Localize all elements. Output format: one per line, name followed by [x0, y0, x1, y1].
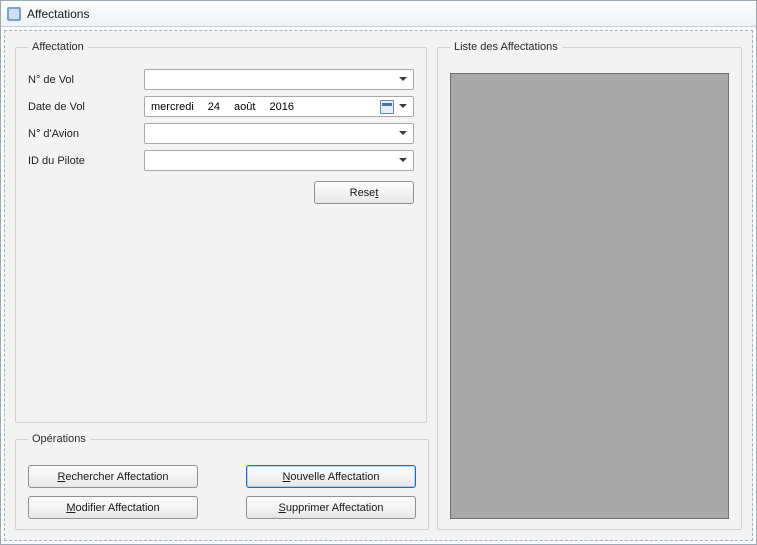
nouvelle-button[interactable]: Nouvelle Affectation	[246, 465, 416, 488]
date-weekday: mercredi	[151, 101, 194, 113]
date-year: 2016	[269, 101, 293, 113]
group-operations: Opérations Rechercher Affectation Nouvel…	[15, 433, 429, 530]
titlebar: Affectations	[1, 1, 756, 27]
affectations-list[interactable]	[450, 73, 729, 519]
window: Affectations Affectation N° de Vol Date …	[0, 0, 757, 545]
vol-label: N° de Vol	[28, 74, 138, 86]
group-operations-legend: Opérations	[28, 433, 90, 445]
group-affectation-legend: Affectation	[28, 41, 88, 53]
chevron-down-icon	[396, 99, 410, 114]
rechercher-rest: echercher Affectation	[65, 471, 168, 483]
group-list-legend: Liste des Affectations	[450, 41, 562, 53]
avion-label: N° d'Avion	[28, 128, 138, 140]
modifier-rest: odifier Affectation	[75, 502, 159, 514]
modifier-u: M	[66, 502, 75, 514]
calendar-icon	[380, 100, 394, 114]
left-column: Affectation N° de Vol Date de Vol mercre…	[15, 41, 427, 530]
chevron-down-icon	[396, 126, 410, 141]
nouvelle-rest: ouvelle Affectation	[290, 471, 379, 483]
reset-u: t	[375, 187, 378, 199]
group-list: Liste des Affectations	[437, 41, 742, 530]
chevron-down-icon	[396, 72, 410, 87]
nouvelle-u: N	[282, 471, 290, 483]
date-picker[interactable]: mercredi 24 août 2016	[144, 96, 414, 117]
avion-combo[interactable]	[144, 123, 414, 144]
group-affectation: Affectation N° de Vol Date de Vol mercre…	[15, 41, 427, 423]
ops-grid: Rechercher Affectation Nouvelle Affectat…	[28, 465, 416, 519]
date-text: mercredi 24 août 2016	[151, 101, 380, 113]
rechercher-u: R	[57, 471, 65, 483]
date-month: août	[234, 101, 255, 113]
chevron-down-icon	[396, 153, 410, 168]
pilote-label: ID du Pilote	[28, 155, 138, 167]
supprimer-u: S	[279, 502, 286, 514]
client-area: Affectation N° de Vol Date de Vol mercre…	[4, 30, 753, 541]
rechercher-button[interactable]: Rechercher Affectation	[28, 465, 198, 488]
app-icon	[7, 7, 21, 21]
modifier-button[interactable]: Modifier Affectation	[28, 496, 198, 519]
supprimer-rest: upprimer Affectation	[286, 502, 384, 514]
window-title: Affectations	[27, 7, 89, 21]
date-day: 24	[208, 101, 220, 113]
supprimer-button[interactable]: Supprimer Affectation	[246, 496, 416, 519]
form-grid: N° de Vol Date de Vol mercredi 24 août	[28, 69, 414, 171]
reset-button[interactable]: Reset	[314, 181, 414, 204]
right-column: Liste des Affectations	[437, 41, 742, 530]
pilote-combo[interactable]	[144, 150, 414, 171]
date-label: Date de Vol	[28, 101, 138, 113]
reset-pre: Rese	[350, 187, 376, 199]
vol-combo[interactable]	[144, 69, 414, 90]
reset-row: Reset	[28, 181, 414, 204]
